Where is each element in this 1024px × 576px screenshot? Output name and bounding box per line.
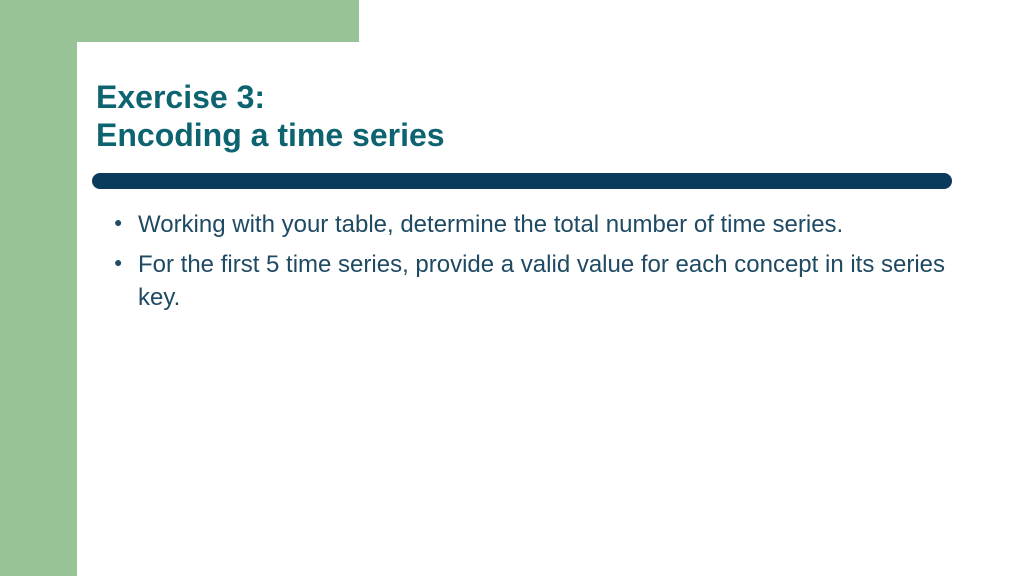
bullet-item: For the first 5 time series, provide a v…	[114, 249, 976, 314]
title-line-2: Encoding a time series	[96, 116, 976, 154]
title-line-1: Exercise 3:	[96, 78, 976, 116]
title-separator	[92, 173, 952, 189]
bullet-item: Working with your table, determine the t…	[114, 209, 976, 241]
slide-content: Exercise 3: Encoding a time series Worki…	[96, 78, 976, 322]
sidebar-decoration	[0, 0, 77, 576]
bullet-list: Working with your table, determine the t…	[96, 209, 976, 314]
top-block-decoration	[77, 0, 359, 42]
